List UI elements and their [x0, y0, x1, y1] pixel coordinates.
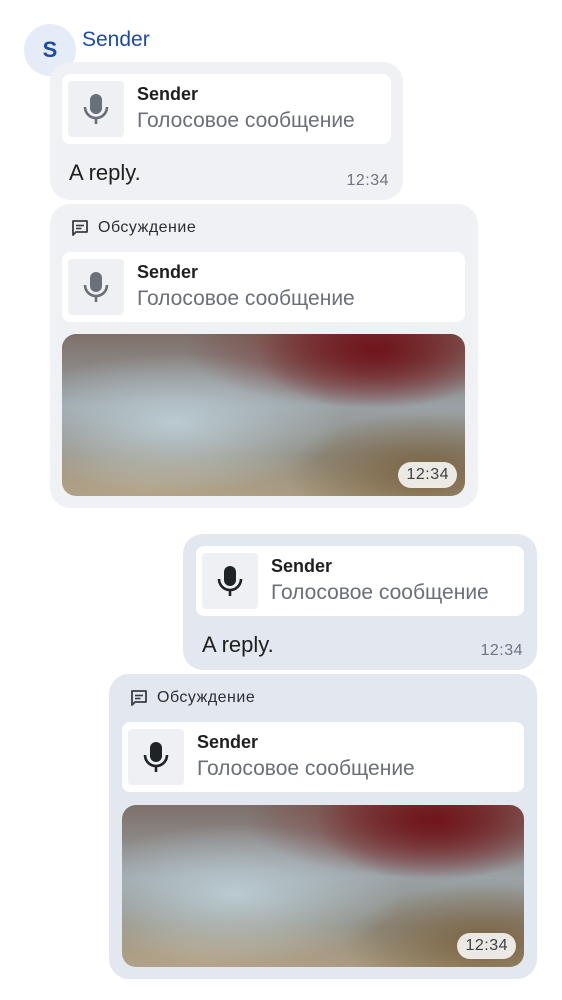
media-time: 12:34 — [457, 933, 516, 959]
media-image[interactable]: 12:34 — [62, 334, 465, 496]
reply-sender: Sender — [271, 556, 333, 576]
message-bubble[interactable]: Sender Голосовое сообщение A reply. 12:3… — [50, 62, 403, 200]
mic-icon — [202, 553, 258, 609]
sender-name[interactable]: Sender — [82, 28, 150, 52]
mic-icon — [68, 259, 124, 315]
topic-icon — [72, 220, 88, 236]
reply-sender: Sender — [137, 262, 199, 282]
reply-description: Голосовое сообщение — [137, 109, 355, 132]
media-time: 12:34 — [398, 462, 457, 488]
message-text: A reply. — [69, 160, 141, 185]
reply-quote[interactable]: Sender Голосовое сообщение — [62, 74, 391, 144]
reply-description: Голосовое сообщение — [271, 581, 489, 604]
topic-label-text: Обсуждение — [98, 219, 197, 236]
topic-label[interactable]: Обсуждение — [70, 218, 196, 238]
reply-sender: Sender — [197, 732, 259, 752]
media-image[interactable]: 12:34 — [122, 805, 524, 967]
message-text: A reply. — [202, 632, 274, 657]
reply-quote[interactable]: Sender Голосовое сообщение — [196, 546, 524, 616]
message-time: 12:34 — [346, 172, 389, 189]
topic-label[interactable]: Обсуждение — [129, 688, 255, 708]
mic-icon — [128, 729, 184, 785]
reply-sender: Sender — [137, 84, 199, 104]
message-bubble[interactable]: Обсуждение Sender Голосовое сообщение 12… — [50, 204, 478, 508]
message-time: 12:34 — [480, 642, 523, 659]
message-bubble[interactable]: Обсуждение Sender Голосовое сообщение 12… — [109, 674, 537, 979]
mic-icon — [68, 81, 124, 137]
topic-icon — [131, 690, 147, 706]
reply-quote[interactable]: Sender Голосовое сообщение — [122, 722, 524, 792]
reply-description: Голосовое сообщение — [137, 287, 355, 310]
reply-quote[interactable]: Sender Голосовое сообщение — [62, 252, 465, 322]
message-bubble[interactable]: Sender Голосовое сообщение A reply. 12:3… — [183, 534, 537, 670]
topic-label-text: Обсуждение — [157, 689, 256, 706]
reply-description: Голосовое сообщение — [197, 757, 415, 780]
